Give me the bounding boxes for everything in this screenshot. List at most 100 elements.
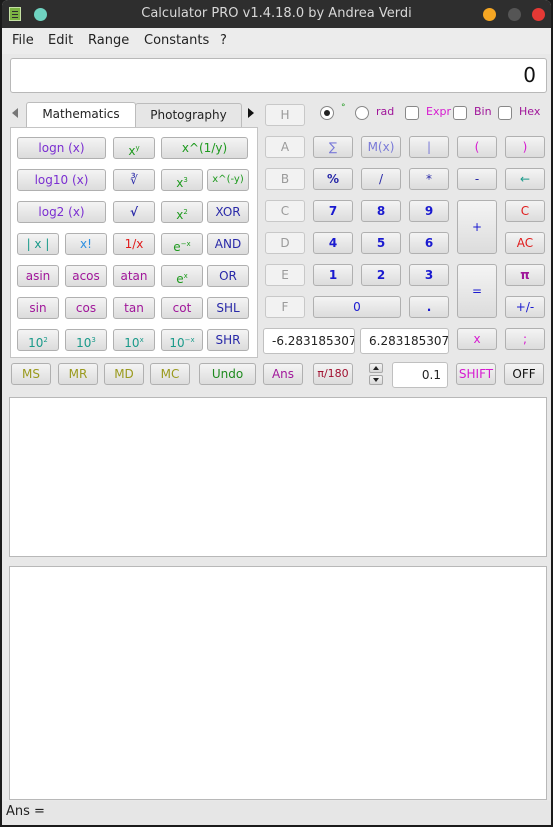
percent-button[interactable]: % [313,168,353,190]
hex-digit-f-button[interactable]: F [265,296,305,318]
x-power-neg-y-button[interactable]: x^(-y) [207,169,249,191]
sign-toggle-button[interactable]: +/- [505,296,545,318]
pipe-button[interactable]: | [409,136,449,158]
ten-power-x-button[interactable]: 10x [113,329,155,351]
radian-radio[interactable] [355,106,369,120]
tab-photography[interactable]: Photography [135,103,242,127]
atan-button[interactable]: atan [113,265,155,287]
close-button[interactable] [532,8,545,21]
step-up-icon[interactable] [369,363,383,373]
hex-digit-d-button[interactable]: D [265,232,305,254]
backspace-button[interactable]: ← [505,168,545,190]
ten-squared-button[interactable]: 102 [17,329,59,351]
range-max-input[interactable]: 6.283185307: [360,328,449,354]
clear-button[interactable]: C [505,200,545,222]
absolute-value-button[interactable]: | x | [17,233,59,255]
right-paren-button[interactable]: ) [505,136,545,158]
off-button[interactable]: OFF [504,363,544,385]
logn-button[interactable]: logn (x) [17,137,106,159]
left-paren-button[interactable]: ( [457,136,497,158]
acos-button[interactable]: acos [65,265,107,287]
memory-delete-button[interactable]: MD [104,363,144,385]
sin-button[interactable]: sin [17,297,59,319]
e-power-x-button[interactable]: ex [161,265,203,287]
menu-constants[interactable]: Constants [144,33,209,48]
x-squared-button[interactable]: x2 [161,201,203,223]
expr-checkbox[interactable] [405,106,419,120]
asin-button[interactable]: asin [17,265,59,287]
memory-store-button[interactable]: MS [11,363,51,385]
cos-button[interactable]: cos [65,297,107,319]
step-down-icon[interactable] [369,375,383,385]
equals-button[interactable]: = [457,264,497,318]
and-button[interactable]: AND [207,233,249,255]
digit-0-button[interactable]: 0 [313,296,401,318]
hex-digit-h-button[interactable]: H [265,104,305,126]
digit-5-button[interactable]: 5 [361,232,401,254]
digit-4-button[interactable]: 4 [313,232,353,254]
undo-button[interactable]: Undo [199,363,256,385]
reciprocal-button[interactable]: 1/x [113,233,155,255]
digit-1-button[interactable]: 1 [313,264,353,286]
minus-button[interactable]: - [457,168,497,190]
maximize-button[interactable] [508,8,521,21]
tab-scroll-right-icon[interactable] [248,108,254,118]
bin-checkbox[interactable] [453,106,467,120]
tab-mathematics[interactable]: Mathematics [26,102,136,128]
plus-button[interactable]: + [457,200,497,254]
menu-range[interactable]: Range [88,33,129,48]
minimize-button[interactable] [483,8,496,21]
function-mx-button[interactable]: M(x) [361,136,401,158]
xor-button[interactable]: XOR [207,201,249,223]
decimal-point-button[interactable]: . [409,296,449,318]
factorial-button[interactable]: x! [65,233,107,255]
ten-cubed-button[interactable]: 103 [65,329,107,351]
digit-7-button[interactable]: 7 [313,200,353,222]
hex-digit-b-button[interactable]: B [265,168,305,190]
digit-2-button[interactable]: 2 [361,264,401,286]
menu-help[interactable]: ? [220,33,227,48]
pi-button[interactable]: π [505,264,545,286]
shl-button[interactable]: SHL [207,297,249,319]
x-root-y-button[interactable]: x^(1/y) [161,137,248,159]
ten-power-neg-x-button[interactable]: 10−x [161,329,203,351]
sum-button[interactable]: ∑ [313,136,353,158]
step-input[interactable]: 0.1 [392,362,448,388]
menu-file[interactable]: File [12,33,34,48]
range-min-input[interactable]: -6.283185307 [263,328,355,354]
square-root-button[interactable]: √ [113,201,155,223]
shr-button[interactable]: SHR [207,329,249,351]
tab-scroll-left-icon[interactable] [12,108,18,118]
log2-button[interactable]: log2 (x) [17,201,106,223]
degree-radio[interactable] [320,106,334,120]
hex-digit-a-button[interactable]: A [265,136,305,158]
tan-button[interactable]: tan [113,297,155,319]
cube-root-button[interactable]: ∛ [113,169,155,191]
hex-checkbox[interactable] [498,106,512,120]
cot-button[interactable]: cot [161,297,203,319]
digit-6-button[interactable]: 6 [409,232,449,254]
pin-window-button[interactable] [34,8,47,21]
memory-recall-button[interactable]: MR [58,363,98,385]
digit-8-button[interactable]: 8 [361,200,401,222]
shift-button[interactable]: SHIFT [456,363,496,385]
hex-digit-c-button[interactable]: C [265,200,305,222]
hex-digit-e-button[interactable]: E [265,264,305,286]
memory-clear-button[interactable]: MC [150,363,190,385]
all-clear-button[interactable]: AC [505,232,545,254]
x-power-y-button[interactable]: xy [113,137,155,159]
ans-button[interactable]: Ans [263,363,303,385]
pi-over-180-button[interactable]: π/180 [313,363,353,385]
semicolon-button[interactable]: ; [505,328,545,350]
variable-x-button[interactable]: x [457,328,497,350]
output-textarea[interactable] [9,566,547,800]
digit-3-button[interactable]: 3 [409,264,449,286]
history-textarea[interactable] [9,397,547,557]
divide-button[interactable]: / [361,168,401,190]
log10-button[interactable]: log10 (x) [17,169,106,191]
or-button[interactable]: OR [207,265,249,287]
e-power-neg-x-button[interactable]: e−x [161,233,203,255]
menu-edit[interactable]: Edit [48,33,73,48]
x-cubed-button[interactable]: x3 [161,169,203,191]
digit-9-button[interactable]: 9 [409,200,449,222]
